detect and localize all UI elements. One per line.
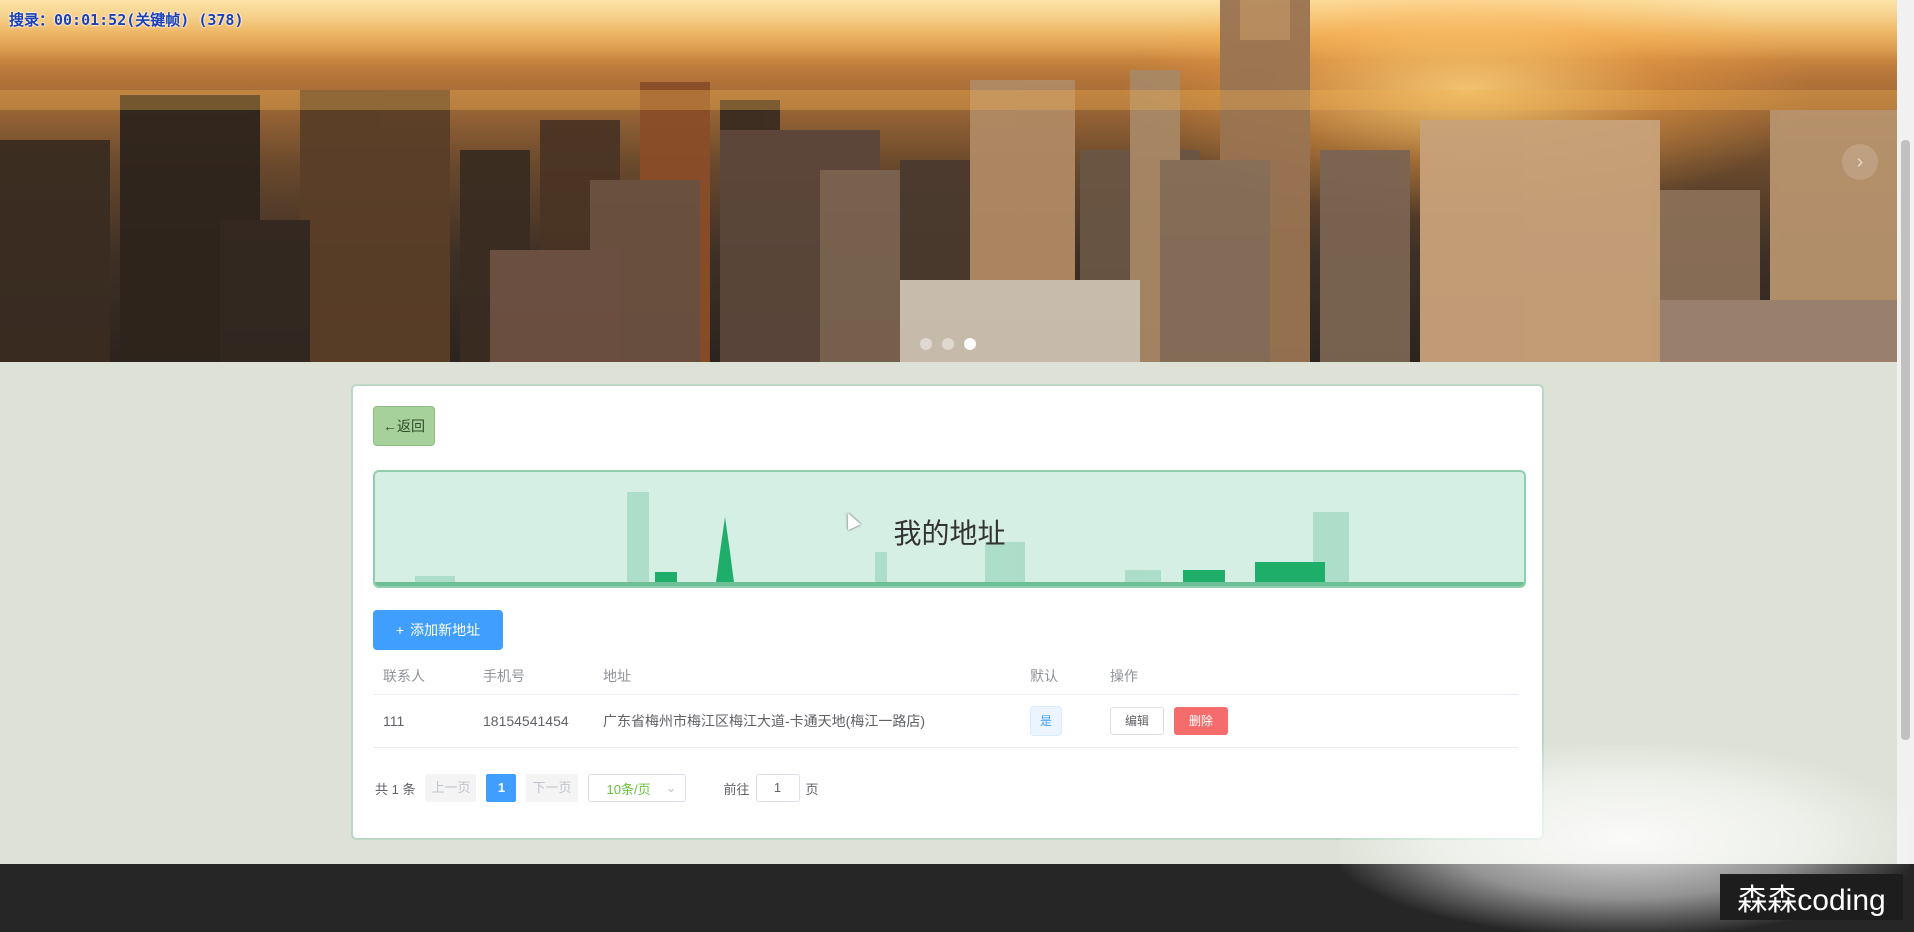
- prev-page-button[interactable]: 上一页: [425, 774, 477, 802]
- watermark: 森森coding: [1720, 874, 1903, 920]
- cell-default: 是: [1020, 706, 1100, 736]
- carousel-dot[interactable]: [942, 338, 954, 350]
- add-address-label: 添加新地址: [410, 622, 481, 638]
- table-row: 111 18154541454 广东省梅州市梅江区梅江大道-卡通天地(梅江一路店…: [373, 695, 1518, 748]
- address-table: 联系人 手机号 地址 默认 操作 111 18154541454 广东省梅州市梅…: [373, 658, 1518, 748]
- banner-carousel: 搜录：00:01:52(关键帧) (378) ›: [0, 0, 1897, 362]
- page-number-current[interactable]: 1: [486, 774, 517, 802]
- pagination-total: 共 1 条: [375, 781, 416, 797]
- cell-contact: 111: [383, 713, 405, 729]
- carousel-next-arrow-icon[interactable]: ›: [1842, 144, 1878, 180]
- column-header-actions: 操作: [1110, 668, 1138, 684]
- page-title-banner: 我的地址: [373, 470, 1526, 588]
- goto-page-input[interactable]: 1: [755, 774, 800, 802]
- next-page-button[interactable]: 下一页: [526, 774, 578, 802]
- page-size-select[interactable]: 10条/页 ⌄: [587, 774, 686, 802]
- column-header-default: 默认: [1030, 668, 1058, 684]
- delete-button[interactable]: 删除: [1174, 707, 1229, 735]
- carousel-indicators: [920, 338, 976, 350]
- page-size-value: 10条/页: [606, 781, 651, 797]
- cell-phone: 18154541454: [483, 713, 569, 729]
- cell-actions: 编辑 删除: [1100, 707, 1300, 735]
- scrollbar-thumb[interactable]: [1901, 140, 1910, 740]
- recording-overlay-text: 搜录：00:01:52(关键帧) (378): [9, 11, 244, 29]
- pagination: 共 1 条 上一页 1 下一页 10条/页 ⌄ 前往 1 页: [375, 774, 819, 802]
- add-address-button[interactable]: + 添加新地址: [373, 610, 503, 650]
- chevron-down-icon: ⌄: [665, 780, 677, 795]
- edit-button[interactable]: 编辑: [1110, 707, 1165, 735]
- page-suffix-label: 页: [805, 781, 819, 797]
- carousel-dot-active[interactable]: [964, 338, 976, 350]
- city-skyline-image: [0, 0, 1897, 362]
- cell-address: 广东省梅州市梅江区梅江大道-卡通天地(梅江一路店): [603, 713, 925, 729]
- back-button[interactable]: ←返回: [373, 406, 435, 446]
- column-header-contact: 联系人: [383, 668, 425, 684]
- goto-label: 前往: [723, 781, 750, 797]
- page-title: 我的地址: [893, 518, 1006, 549]
- column-header-phone: 手机号: [483, 668, 525, 684]
- column-header-address: 地址: [603, 668, 631, 684]
- carousel-dot[interactable]: [920, 338, 932, 350]
- plus-icon: +: [395, 622, 405, 638]
- table-header: 联系人 手机号 地址 默认 操作: [373, 658, 1518, 695]
- title-divider: [375, 582, 1524, 586]
- default-tag: 是: [1030, 706, 1063, 736]
